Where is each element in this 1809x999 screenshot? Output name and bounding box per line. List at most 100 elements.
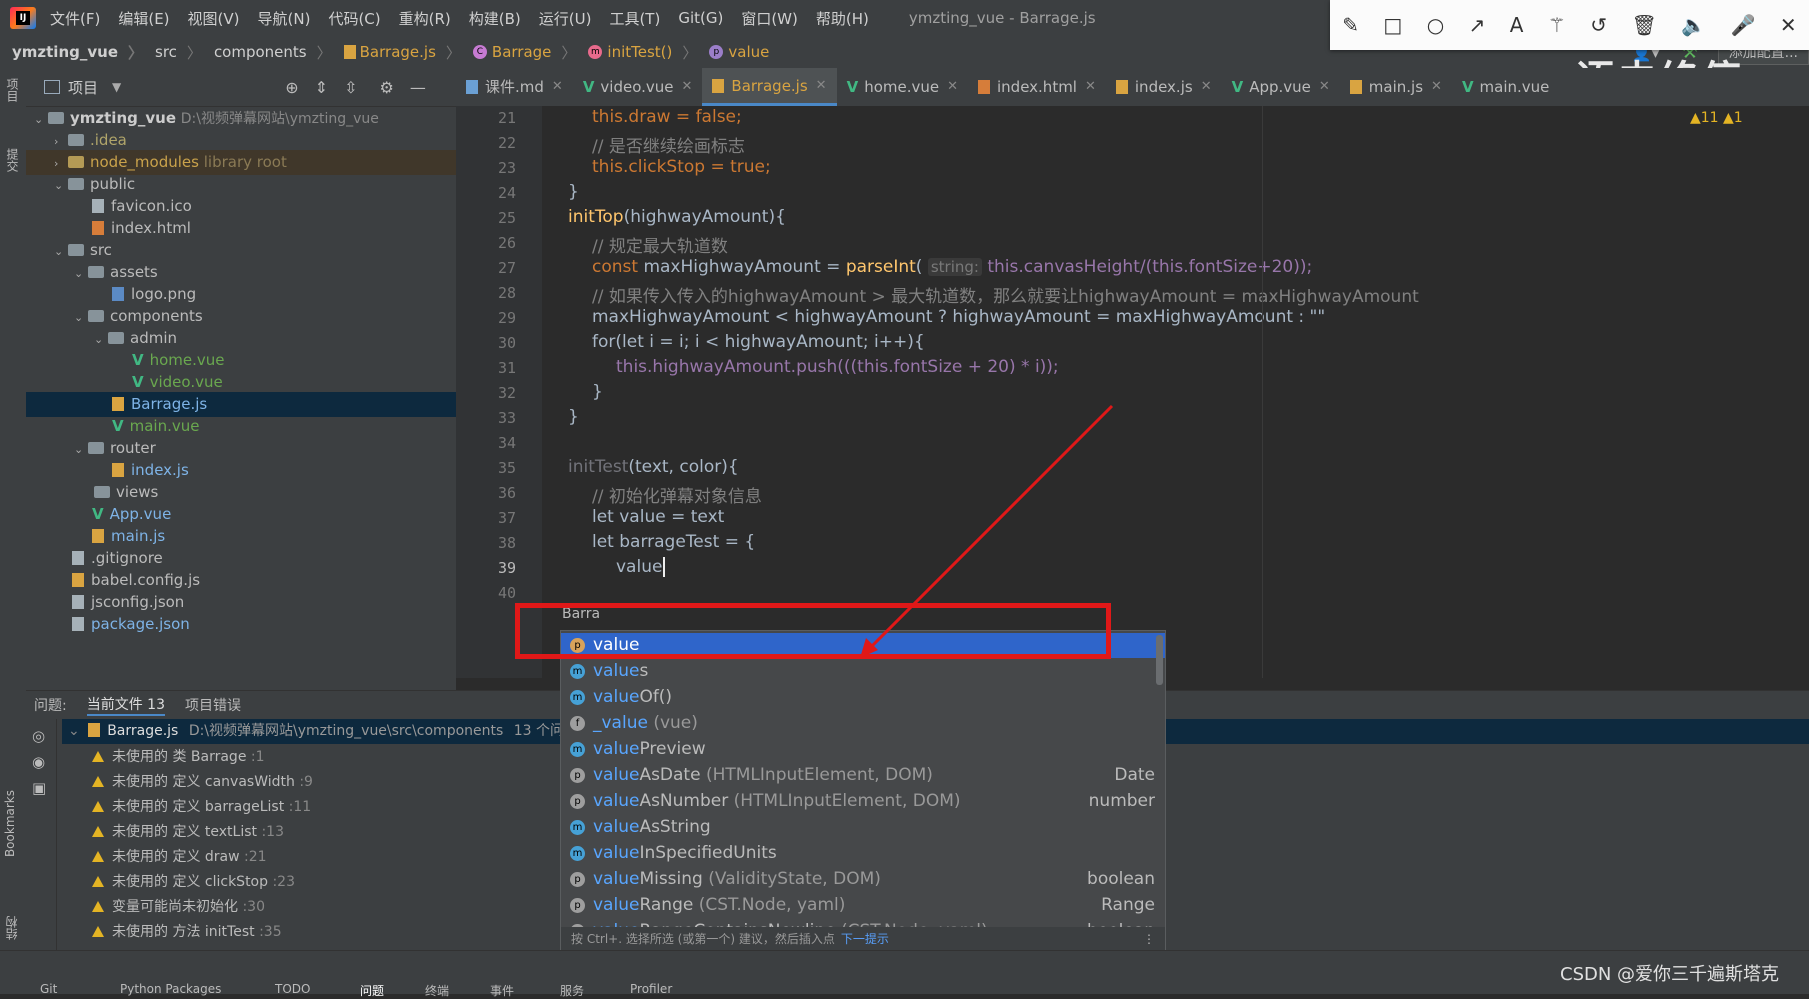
close-icon[interactable]: ✕ [682, 68, 693, 106]
problem-item[interactable]: 未使用的 定义 canvasWidth :9 [92, 770, 313, 794]
tool-python-packages[interactable]: Python Packages [120, 982, 221, 996]
completion-item[interactable]: p valueRange (CST.Node, yaml) Range [561, 893, 1165, 918]
completion-item[interactable]: p valueMissing (ValidityState, DOM) boolea… [561, 867, 1165, 892]
tool-events[interactable]: 事件 [490, 982, 514, 999]
menu-window[interactable]: 窗口(W) [741, 8, 798, 29]
crumb-method[interactable]: m initTest() 〉 [588, 42, 697, 63]
close-icon[interactable]: ✕ [816, 68, 827, 105]
bookmarks-tool-button[interactable]: Bookmarks [3, 790, 17, 857]
close-icon[interactable]: ✕ [1431, 68, 1442, 106]
close-icon[interactable]: ✕ [1201, 68, 1212, 106]
speaker-icon[interactable]: 🔈 [1681, 13, 1706, 37]
trash-icon[interactable]: 🗑 [1631, 13, 1656, 37]
menu-refactor[interactable]: 重构(R) [399, 8, 451, 29]
collapse-all-icon[interactable]: ⇳ [344, 78, 357, 97]
close-icon[interactable]: ✕ [552, 68, 563, 106]
crumb-src[interactable]: src 〉 [155, 42, 202, 63]
tab-barrage-js[interactable]: Barrage.js ✕ [702, 68, 837, 106]
completion-item[interactable]: f _value (vue) [561, 711, 1165, 736]
locate-icon[interactable]: ⊕ [285, 78, 298, 97]
menu-navigate[interactable]: 导航(N) [258, 8, 311, 29]
project-tool-button[interactable]: 项目 [4, 78, 21, 102]
completion-item[interactable]: p valueAsDate (HTMLInputElement, DOM) Date [561, 763, 1165, 788]
tab-index-html[interactable]: index.html ✕ [968, 68, 1106, 106]
magic-wand-icon[interactable]: ⚚ [1548, 13, 1566, 37]
warning-icon [92, 851, 104, 862]
menu-code[interactable]: 代码(C) [328, 8, 380, 29]
tool-problems[interactable]: 问题 [360, 982, 384, 999]
tool-terminal[interactable]: 终端 [425, 982, 449, 999]
completion-scrollbar[interactable] [1156, 635, 1163, 685]
tab-main-js[interactable]: main.js ✕ [1340, 68, 1452, 106]
crumb-project[interactable]: ymzting_vue 〉 [12, 42, 143, 63]
problem-item[interactable]: 未使用的 方法 initTest :35 [92, 920, 282, 944]
commit-tool-button[interactable]: 提交 [4, 148, 21, 172]
preview-icon[interactable]: ▣ [32, 779, 50, 797]
more-options-icon[interactable]: ⋮ [1143, 927, 1155, 951]
tool-services[interactable]: 服务 [560, 982, 584, 999]
tree-item-package-json[interactable]: package.json [26, 612, 502, 637]
tab-main-vue[interactable]: Vmain.vue [1452, 68, 1559, 106]
problem-item[interactable]: 未使用的 定义 draw :21 [92, 845, 267, 869]
close-icon[interactable]: ✕ [1085, 68, 1096, 106]
tab-app-vue[interactable]: V App.vue ✕ [1222, 68, 1340, 106]
rectangle-icon[interactable]: □ [1383, 13, 1402, 37]
circle-icon[interactable]: ○ [1427, 13, 1444, 37]
code-line-38: let barrageTest = { [592, 532, 756, 552]
crumb-file[interactable]: Barrage.js 〉 [343, 42, 461, 63]
arrow-icon[interactable]: ↗ [1469, 13, 1486, 37]
annotation-toolbar: ✎ □ ○ ↗ A ⚚ ↺ 🗑 🔈 🎤 ✕ [1330, 0, 1809, 50]
code-completion-popup[interactable]: p value m values m valueOf() f _value (vue) … [560, 630, 1166, 952]
tab-video-vue[interactable]: Vvideo.vue ✕ [573, 68, 703, 106]
structure-tool-button[interactable]: 结构 [3, 916, 20, 940]
crumb-class[interactable]: C Barrage 〉 [472, 42, 576, 63]
crumb-property[interactable]: p value [709, 43, 769, 61]
tab-index-js[interactable]: index.js ✕ [1106, 68, 1222, 106]
menu-build[interactable]: 构建(B) [469, 8, 521, 29]
crumb-components[interactable]: components 〉 [214, 42, 332, 63]
completion-item[interactable]: m valueInSpecifiedUnits [561, 841, 1165, 866]
text-icon[interactable]: A [1510, 13, 1524, 37]
tab-current-file[interactable]: 当前文件 13 [86, 694, 165, 716]
eye-icon[interactable]: ◉ [32, 753, 50, 771]
menu-tools[interactable]: 工具(T) [609, 8, 660, 29]
inspection-warning-count[interactable]: ▲11 ▲1 [1690, 110, 1743, 126]
tab-project-errors[interactable]: 项目错误 [185, 695, 241, 715]
close-icon[interactable]: ✕ [947, 68, 958, 106]
tool-profiler[interactable]: Profiler [630, 982, 672, 996]
next-tip-link[interactable]: 下一提示 [841, 932, 889, 946]
completion-item[interactable]: m valueAsString [561, 815, 1165, 840]
tab-home-vue[interactable]: Vhome.vue ✕ [837, 68, 968, 106]
tool-todo[interactable]: TODO [275, 982, 310, 996]
code-editor[interactable]: this.draw = false; // 是否继续绘画标志 this.clic… [542, 106, 1809, 678]
menu-git[interactable]: Git(G) [678, 9, 723, 27]
problem-item[interactable]: 未使用的 定义 clickStop :23 [92, 870, 295, 894]
line-number: 25 [497, 209, 516, 227]
gear-icon[interactable]: ⚙ [379, 78, 393, 97]
menu-file[interactable]: 文件(F) [50, 8, 100, 29]
problem-item[interactable]: 变量可能尚未初始化 :30 [92, 895, 265, 919]
problem-item[interactable]: 未使用的 定义 textList :13 [92, 820, 284, 844]
refresh-icon[interactable]: ◎ [32, 727, 50, 745]
hide-panel-icon[interactable]: — [410, 78, 426, 97]
property-icon: p [709, 45, 724, 59]
tab-kejian-md[interactable]: 课件.md ✕ [456, 68, 573, 106]
chevron-down-icon[interactable]: ▼ [112, 80, 121, 94]
undo-icon[interactable]: ↺ [1590, 13, 1607, 37]
problem-item[interactable]: 未使用的 类 Barrage :1 [92, 745, 265, 769]
completion-item[interactable]: p valueAsNumber (HTMLInputElement, DOM) nu… [561, 789, 1165, 814]
menu-edit[interactable]: 编辑(E) [118, 8, 169, 29]
completion-item[interactable]: m valueOf() [561, 685, 1165, 710]
menu-help[interactable]: 帮助(H) [816, 8, 869, 29]
tool-git[interactable]: Git [40, 982, 57, 996]
microphone-icon[interactable]: 🎤 [1731, 13, 1756, 37]
pencil-icon[interactable]: ✎ [1342, 13, 1359, 37]
close-icon[interactable]: ✕ [1319, 68, 1330, 106]
completion-item[interactable]: m valuePreview [561, 737, 1165, 762]
menu-run[interactable]: 运行(U) [539, 8, 592, 29]
menu-view[interactable]: 视图(V) [188, 8, 240, 29]
project-panel-title[interactable]: 项目 [68, 77, 98, 98]
expand-all-icon[interactable]: ⇕ [315, 78, 328, 97]
close-icon[interactable]: ✕ [1780, 13, 1797, 37]
problem-item[interactable]: 未使用的 定义 barrageList :11 [92, 795, 311, 819]
